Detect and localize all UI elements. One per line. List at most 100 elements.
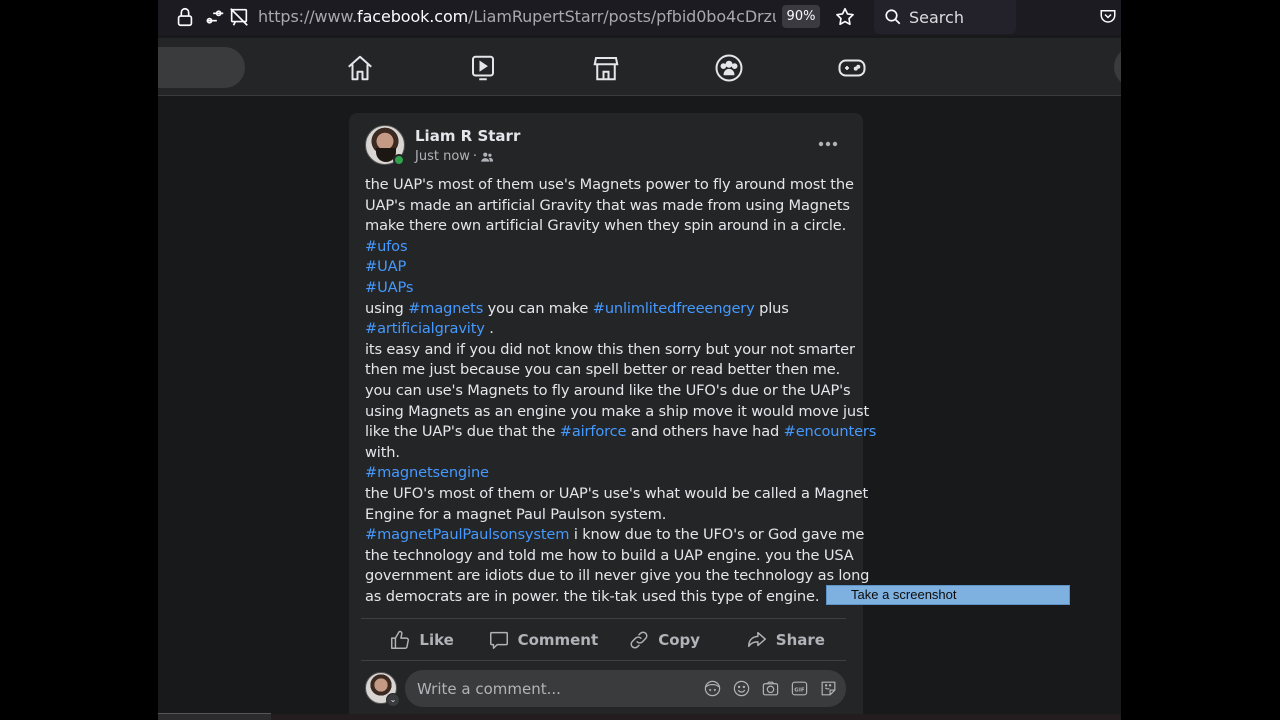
post-body-line: government are idiots due to ill never g… [365, 566, 869, 587]
post-body-line: the UAP's most of them use's Magnets pow… [365, 175, 854, 196]
friends-icon [481, 152, 494, 162]
bottom-tab [158, 713, 271, 720]
marketplace-icon[interactable] [591, 53, 621, 83]
post-body-line: using Magnets as an engine you make a sh… [365, 402, 869, 423]
nav-right-button[interactable] [1114, 47, 1121, 87]
more-options-icon[interactable] [813, 133, 843, 155]
browser-viewport: https://www.facebook.com/LiamRupertStarr… [158, 0, 1121, 720]
pocket-icon[interactable] [1099, 7, 1117, 25]
video-icon[interactable] [468, 53, 498, 83]
browser-toolbar: https://www.facebook.com/LiamRupertStarr… [158, 0, 1121, 35]
hashtag-link[interactable]: #magnets [408, 300, 483, 317]
post-text: you can use's Magnets to fly around like… [365, 381, 851, 399]
post-body-line: #ufos [365, 237, 849, 258]
post-body-line: using #magnets you can make #unlimlitedf… [365, 299, 849, 320]
post-text: the UFO's most of them or UAP's use's wh… [365, 484, 869, 502]
hashtag-link[interactable]: #UAPs [365, 279, 413, 296]
post-actions: Like Comment Copy Share [361, 620, 846, 660]
hashtag-link[interactable]: #magnetsengine [365, 464, 489, 481]
post-body-line: the UFO's most of them or UAP's use's wh… [365, 484, 868, 505]
right-letterbox [1121, 0, 1280, 720]
post-text: as democrats are in power. the tik-tak u… [365, 587, 820, 605]
actions-divider-top [361, 618, 846, 619]
tracking-blocked-icon[interactable] [228, 6, 250, 28]
browser-search-box[interactable]: Search [874, 0, 1016, 34]
post-body-line: #UAPs [365, 278, 849, 299]
url-host: facebook.com [357, 7, 469, 26]
post-text: Engine for a magnet Paul Paulson system. [365, 505, 667, 523]
post-body-line: the technology and told me how to build … [365, 546, 854, 567]
camera-icon[interactable] [761, 679, 780, 698]
permissions-icon[interactable] [204, 6, 226, 28]
left-letterbox [0, 0, 158, 720]
post-body-line: #artificialgravity . [365, 319, 849, 340]
toolbar-edge-glyph [308, 8, 318, 26]
like-button[interactable]: Like [361, 620, 482, 660]
hashtag-link[interactable]: #ufos [365, 238, 408, 255]
svg-text:GIF: GIF [794, 687, 805, 693]
post-text: i know due to the UFO's or God gave me [569, 526, 865, 544]
emoji-icon[interactable] [732, 679, 751, 698]
post-text: its easy and if you did not know this th… [365, 340, 855, 358]
bookmark-star-icon[interactable] [834, 6, 856, 28]
hashtag-link[interactable]: #airforce [560, 423, 627, 440]
post-body-line: #magnetsengine [365, 463, 849, 484]
post-timestamp[interactable]: Just now [415, 149, 470, 164]
post-text: using [365, 299, 409, 317]
post-body-line: you can use's Magnets to fly around like… [365, 381, 851, 402]
post-text: plus [754, 299, 789, 317]
hashtag-link[interactable]: #unlimlitedfreeengery [593, 300, 755, 317]
zoom-level-badge[interactable]: 90% [782, 5, 820, 28]
home-icon[interactable] [345, 53, 375, 83]
screenshot-tooltip[interactable]: Take a screenshot [826, 585, 1070, 605]
post-body-line: its easy and if you did not know this th… [365, 340, 855, 361]
search-icon [885, 9, 901, 25]
post-text: you can make [483, 299, 593, 317]
address-bar[interactable]: https://www.facebook.com/LiamRupertStarr… [158, 0, 864, 34]
author-name[interactable]: Liam R Starr [415, 127, 520, 145]
search-label: Search [909, 8, 964, 27]
post-text: the technology and told me how to build … [365, 546, 854, 564]
post-card: Liam R Starr Just now · the UAP's most o… [349, 113, 876, 720]
share-label: Share [775, 631, 825, 649]
share-icon [747, 631, 766, 648]
post-text: UAP's made an artificial Gravity that wa… [365, 196, 850, 214]
post-body-line: Engine for a magnet Paul Paulson system. [365, 505, 849, 526]
groups-icon[interactable] [714, 53, 744, 83]
post-text: the UAP's most of them use's Magnets pow… [365, 176, 854, 193]
post-text: . [484, 320, 494, 338]
url-text[interactable]: https://www.facebook.com/LiamRupertStarr… [258, 7, 776, 26]
copy-label: Copy [658, 631, 701, 649]
gif-icon[interactable]: GIF [790, 679, 809, 698]
hashtag-link[interactable]: #encounters [784, 423, 877, 440]
online-status-dot [393, 154, 405, 166]
post-text: with. [365, 443, 400, 461]
url-path: /LiamRupertStarr/posts/pfbid0bo4cDrzuq98… [468, 7, 776, 26]
post-body-line: #UAP [365, 257, 849, 278]
post-meta: Just now · [415, 149, 494, 164]
lock-icon[interactable] [174, 6, 196, 28]
hashtag-link[interactable]: #artificialgravity [365, 320, 485, 337]
post-body-line: like the UAP's due that the #airforce an… [365, 422, 876, 443]
comment-icon [489, 631, 508, 649]
post-body: the UAP's most of them use's Magnets pow… [365, 175, 876, 608]
sticker-icon[interactable] [819, 679, 838, 698]
comment-box: GIF [405, 670, 846, 707]
comment-input[interactable] [417, 670, 687, 707]
hashtag-link[interactable]: #magnetPaulPaulsonsystem [365, 526, 569, 543]
post-body-line: #magnetPaulPaulsonsystem i know due to t… [365, 525, 864, 546]
post-body-line: make there own artificial Gravity when t… [365, 216, 849, 237]
copy-button[interactable]: Copy [604, 620, 725, 660]
actions-divider-bottom [361, 660, 846, 661]
facebook-search-pill[interactable] [158, 47, 245, 88]
hashtag-link[interactable]: #UAP [365, 258, 406, 275]
post-body-line: as democrats are in power. the tik-tak u… [365, 587, 849, 608]
gaming-icon[interactable] [837, 53, 867, 83]
chevron-down-icon[interactable]: ⌄ [386, 693, 400, 707]
comment-button[interactable]: Comment [482, 620, 603, 660]
share-button[interactable]: Share [725, 620, 846, 660]
post-text: government are idiots due to ill never g… [365, 567, 870, 585]
post-body-line: UAP's made an artificial Gravity that wa… [365, 196, 850, 217]
commenter-avatar[interactable]: ⌄ [365, 672, 400, 707]
avatar-sticker-icon[interactable] [703, 679, 722, 698]
